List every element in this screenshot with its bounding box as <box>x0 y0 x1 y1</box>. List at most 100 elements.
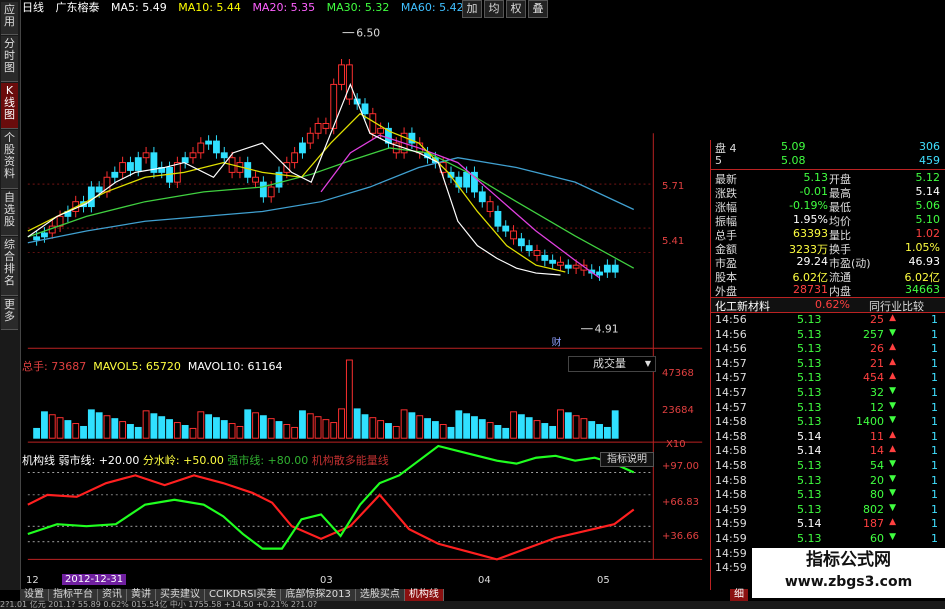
industry-compare-button[interactable]: 同行业比较 <box>869 298 924 314</box>
tick-volume: 21 <box>870 356 884 370</box>
volume-bar <box>267 418 275 439</box>
volume-bar <box>471 416 478 439</box>
volume-bar <box>314 416 322 439</box>
quote-panel: 盘 4 5.09 306 5 5.08 459 最新 5.13 开盘 5.12 涨跌 -0.01 最高 5… <box>710 140 945 590</box>
candle <box>95 186 103 193</box>
candle <box>502 225 510 232</box>
quote-value: 46.93 <box>908 255 941 268</box>
tick-price: 5.13 <box>797 342 822 356</box>
date-axis-label: 03 <box>320 575 333 586</box>
financial-marker[interactable]: 财 <box>552 335 562 348</box>
energy-line-label: 机构散多能量线 <box>311 454 389 467</box>
tick-count: 1 <box>931 444 938 458</box>
sector-name[interactable]: 化工新材料 <box>715 298 770 314</box>
volume-bar <box>557 409 564 439</box>
volume-bar <box>299 410 306 439</box>
quote-value: 5.14 <box>915 185 941 198</box>
tick-volume: 1400 <box>856 415 884 429</box>
volume-bar <box>564 412 572 439</box>
tick-time: 14:57 <box>715 400 747 414</box>
arrow-down-icon: ▼ <box>889 415 896 426</box>
volume-bar <box>408 412 416 439</box>
candle <box>244 162 252 178</box>
ask-row: 盘 4 5.09 306 <box>711 140 945 155</box>
quote-row: 涨幅 -0.19% 最低 5.06 <box>711 199 945 214</box>
volume-bar <box>33 427 41 439</box>
tick-price: 5.13 <box>797 386 822 399</box>
tick-time: 14:56 <box>715 342 747 356</box>
volume-bar <box>525 417 533 439</box>
tick-time: 14:56 <box>715 327 747 341</box>
tick-time: 14:59 <box>715 517 747 531</box>
indicator-axis-label: +36.66 <box>662 531 700 542</box>
volume-bar <box>588 421 596 439</box>
indicator-red-line <box>27 474 635 561</box>
kline-chart[interactable]: 6.50 4.91 财 <box>20 16 710 576</box>
volume-bar <box>213 417 220 439</box>
candle <box>291 152 299 164</box>
bottom-tab-8[interactable]: 机构线 <box>404 589 444 601</box>
left-tab-2[interactable]: K线图 <box>1 83 18 129</box>
volume-bar <box>392 425 400 439</box>
left-tab-6[interactable]: 更多 <box>1 297 18 330</box>
left-tab-5[interactable]: 综合排名 <box>1 237 18 296</box>
tick-row: 14:57 5.13 21 ▲ 1 <box>711 357 945 371</box>
arrow-up-icon: ▲ <box>889 517 896 528</box>
left-tab-1[interactable]: 分时图 <box>1 36 18 82</box>
period-label[interactable]: 日线 <box>22 1 44 14</box>
quote-value: 5.10 <box>915 213 941 226</box>
tick-price: 5.13 <box>797 313 822 326</box>
volume-bar <box>158 416 166 439</box>
candle <box>345 64 353 100</box>
volume-bar <box>220 420 228 439</box>
volume-selector[interactable]: 成交量 ▼ <box>568 356 656 372</box>
detail-tab[interactable]: 细 <box>730 589 748 601</box>
candle <box>259 181 267 198</box>
left-tab-0[interactable]: 应用 <box>1 2 18 35</box>
ma20-label: MA20: 5.35 <box>252 1 316 14</box>
tick-time: 14:57 <box>715 371 747 385</box>
arrow-up-icon: ▲ <box>889 429 896 440</box>
candle <box>213 140 220 154</box>
volume-axis-label: 47368 <box>662 368 694 379</box>
candle <box>369 113 377 134</box>
tick-row: 14:57 5.13 12 ▼ 1 <box>711 401 945 415</box>
left-tab-3[interactable]: 个股资料 <box>1 130 18 189</box>
candle <box>197 142 205 154</box>
tick-time: 14:58 <box>715 473 747 487</box>
ask-label: 5 <box>715 154 722 167</box>
tick-price: 5.13 <box>797 532 822 545</box>
ma60-line <box>27 157 635 244</box>
bottom-tab-7[interactable]: 选股买点 <box>355 589 405 601</box>
left-tab-bar: 应用 分时图 K线图 个股资料 自选股 综合排名 更多 <box>0 0 21 590</box>
volume-bar <box>533 420 541 439</box>
indicator-name: 机构线 <box>22 454 55 467</box>
volume-bar <box>127 424 134 439</box>
quote-value: -0.01 <box>799 185 828 198</box>
volume-axis-label: X10 <box>666 439 686 450</box>
tick-count: 1 <box>931 313 938 326</box>
arrow-down-icon: ▼ <box>889 459 896 469</box>
sector-row[interactable]: 化工新材料 0.62% 同行业比较 <box>711 297 945 313</box>
tick-row: 14:58 5.13 1400 ▼ 1 <box>711 415 945 429</box>
volume-bar <box>447 426 455 439</box>
arrow-down-icon: ▼ <box>889 473 896 484</box>
left-tab-4[interactable]: 自选股 <box>1 190 18 236</box>
arrow-down-icon: ▼ <box>889 327 896 338</box>
quote-value: 1.95% <box>793 213 828 226</box>
tick-volume: 25 <box>870 313 884 326</box>
volume-bar <box>455 410 463 439</box>
price-axis-label: 5.41 <box>662 236 685 247</box>
candle <box>41 232 48 238</box>
volume-bar <box>197 411 205 439</box>
weak-line-label: 弱市线: +20.00 <box>58 454 140 467</box>
status-bar: 2?1.01 亿元 201.1? 55.89 0.62% 015.54亿 中小 … <box>0 601 945 609</box>
tick-count: 1 <box>931 415 938 429</box>
quote-row: 市盈 29.24 市盈(动) 46.93 <box>711 255 945 270</box>
tick-time: 14:58 <box>715 488 747 502</box>
sector-change: 0.62% <box>815 298 850 311</box>
tick-row: 14:56 5.13 257 ▼ 1 <box>711 328 945 342</box>
tick-count: 1 <box>931 356 938 370</box>
quote-row: 金额 3233万 换手 1.05% <box>711 241 945 256</box>
indicator-help-button[interactable]: 指标说明 <box>600 452 654 467</box>
